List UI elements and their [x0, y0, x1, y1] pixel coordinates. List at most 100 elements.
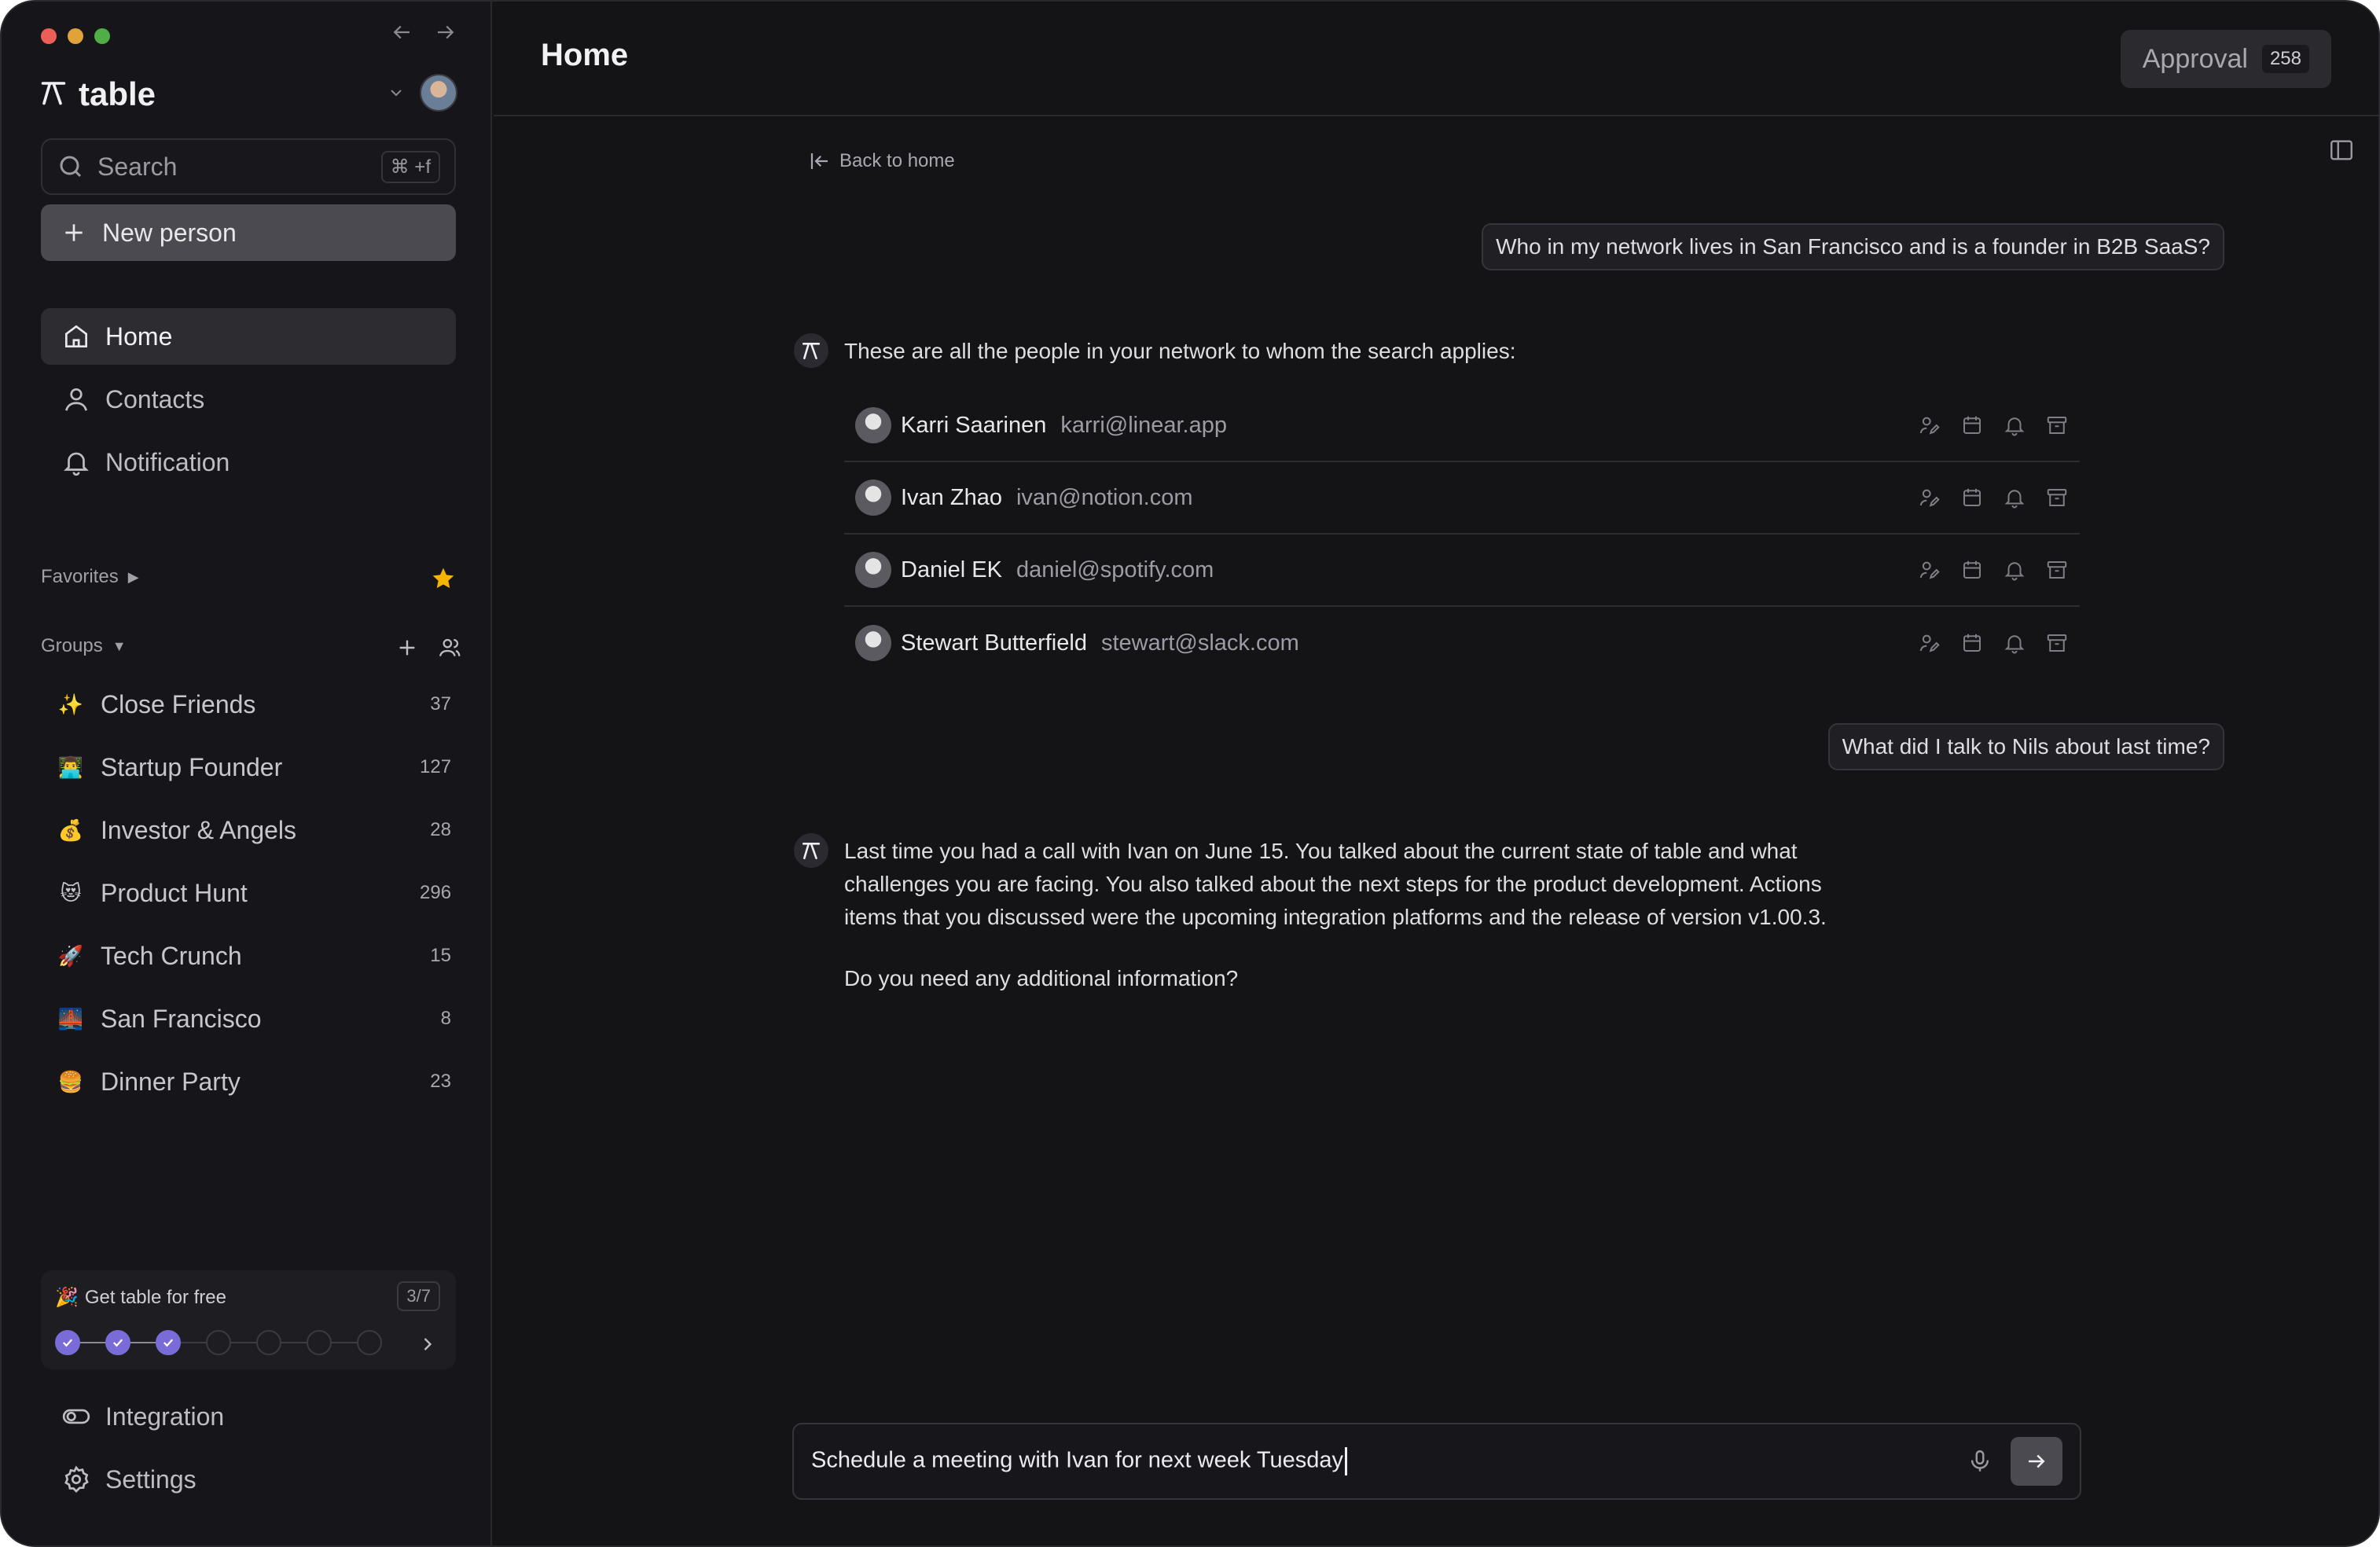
party-popper-icon: 🎉: [55, 1287, 79, 1308]
person-actions: [1918, 486, 2069, 509]
chat-input[interactable]: Schedule a meeting with Ivan for next we…: [792, 1423, 2081, 1500]
groups-toggle[interactable]: Groups ▼: [41, 635, 127, 657]
person-email: ivan@notion.com: [1016, 484, 1193, 510]
group-investor-angels[interactable]: 💰 Investor & Angels 28: [58, 799, 451, 862]
assistant-message-line: challenges you are facing. You also talk…: [844, 872, 1822, 896]
table-logo-icon: [802, 343, 821, 360]
approval-button[interactable]: Approval 258: [2120, 30, 2331, 88]
user-message: Who in my network lives in San Francisco…: [1482, 223, 2224, 270]
nav-item-home[interactable]: Home: [41, 308, 456, 365]
onboarding-promo[interactable]: 🎉 Get table for free 3/7: [41, 1270, 456, 1369]
step-pending: [357, 1330, 382, 1355]
chat-input-field[interactable]: Schedule a meeting with Ivan for next we…: [811, 1447, 1967, 1475]
nav-item-notification[interactable]: Notification: [41, 434, 456, 491]
user-edit-icon[interactable]: [1918, 413, 1941, 437]
star-icon[interactable]: [431, 566, 456, 591]
step-complete: [105, 1330, 130, 1355]
sidebar-panel-icon[interactable]: [2328, 137, 2355, 164]
approval-label: Approval: [2142, 43, 2248, 74]
microphone-icon[interactable]: [1967, 1448, 1993, 1475]
main-nav: Home Contacts Notification: [41, 308, 456, 497]
group-label: Dinner Party: [101, 1067, 241, 1096]
nav-item-settings[interactable]: Settings: [41, 1451, 456, 1508]
arrow-left-icon[interactable]: [390, 20, 413, 44]
bell-icon[interactable]: [2003, 558, 2026, 582]
assistant-message-line: Last time you had a call with Ivan on Ju…: [844, 839, 1798, 863]
search-input[interactable]: Search ⌘ +f: [41, 138, 456, 195]
archive-icon[interactable]: [2045, 631, 2069, 655]
calendar-icon[interactable]: [1960, 486, 1984, 509]
group-tech-crunch[interactable]: 🚀 Tech Crunch 15: [58, 924, 451, 987]
avatar: [855, 480, 891, 516]
step-connector: [231, 1342, 256, 1343]
group-count: 15: [430, 945, 451, 966]
arrow-right-icon[interactable]: [434, 20, 457, 44]
text-caret: [1345, 1447, 1348, 1475]
assistant-message-line: items that you discussed were the upcomi…: [844, 905, 1827, 929]
check-icon: [62, 1339, 73, 1347]
archive-icon[interactable]: [2045, 413, 2069, 437]
step-connector: [130, 1342, 156, 1343]
person-actions: [1918, 413, 2069, 437]
group-label: Close Friends: [101, 689, 256, 718]
group-product-hunt[interactable]: 😻 Product Hunt 296: [58, 862, 451, 924]
sparkles-icon: ✨: [57, 692, 84, 716]
app-window: table Search ⌘ +f New person Home Contac…: [0, 0, 2380, 1547]
bell-icon[interactable]: [2003, 631, 2026, 655]
favorites-toggle[interactable]: Favorites ▶: [41, 566, 139, 588]
calendar-icon[interactable]: [1960, 558, 1984, 582]
nav-item-label: Settings: [105, 1464, 196, 1494]
nav-item-integration[interactable]: Integration: [41, 1388, 456, 1445]
step-pending: [307, 1330, 332, 1355]
list-item[interactable]: Stewart Butterfield stewart@slack.com: [844, 607, 2080, 679]
close-window-button[interactable]: [41, 28, 57, 44]
group-count: 28: [430, 819, 451, 840]
check-icon: [112, 1339, 123, 1347]
group-dinner-party[interactable]: 🍔 Dinner Party 23: [58, 1050, 451, 1113]
avatar: [855, 552, 891, 588]
brand[interactable]: table: [39, 75, 156, 113]
add-group-icon[interactable]: [395, 635, 420, 660]
rocket-icon: 🚀: [57, 943, 84, 968]
chevron-right-icon[interactable]: [417, 1333, 439, 1355]
list-item[interactable]: Karri Saarinen karri@linear.app: [844, 390, 2080, 462]
account-switcher[interactable]: [387, 74, 457, 112]
back-to-home-link[interactable]: Back to home: [808, 149, 955, 173]
people-results: Karri Saarinen karri@linear.app Ivan Zha…: [844, 390, 2080, 679]
person-actions: [1918, 558, 2069, 582]
group-close-friends[interactable]: ✨ Close Friends 37: [58, 673, 451, 736]
list-item[interactable]: Daniel EK daniel@spotify.com: [844, 535, 2080, 607]
person-email: karri@linear.app: [1060, 412, 1227, 438]
group-san-francisco[interactable]: 🌉 San Francisco 8: [58, 987, 451, 1050]
bell-icon[interactable]: [2003, 486, 2026, 509]
sidebar: table Search ⌘ +f New person Home Contac…: [2, 2, 492, 1545]
calendar-icon[interactable]: [1960, 631, 1984, 655]
user-edit-icon[interactable]: [1918, 631, 1941, 655]
user-edit-icon[interactable]: [1918, 486, 1941, 509]
avatar[interactable]: [420, 74, 457, 112]
archive-icon[interactable]: [2045, 558, 2069, 582]
send-button[interactable]: [2011, 1437, 2062, 1486]
minimize-window-button[interactable]: [68, 28, 83, 44]
list-item[interactable]: Ivan Zhao ivan@notion.com: [844, 462, 2080, 535]
group-list: ✨ Close Friends 37 👨‍💻 Startup Founder 1…: [58, 673, 451, 1113]
window-controls: [41, 28, 110, 44]
bridge-icon: 🌉: [57, 1006, 84, 1031]
group-startup-founder[interactable]: 👨‍💻 Startup Founder 127: [58, 736, 451, 799]
user-message: What did I talk to Nils about last time?: [1827, 723, 2224, 770]
people-icon[interactable]: [437, 635, 462, 660]
group-label: Product Hunt: [101, 878, 248, 907]
nav-item-contacts[interactable]: Contacts: [41, 371, 456, 428]
caret-down-icon: ▼: [112, 638, 127, 654]
user-edit-icon[interactable]: [1918, 558, 1941, 582]
maximize-window-button[interactable]: [94, 28, 110, 44]
archive-icon[interactable]: [2045, 486, 2069, 509]
assistant-message: These are all the people in your network…: [844, 339, 1516, 363]
top-bar: Home Approval 258: [494, 2, 2378, 116]
group-label: Startup Founder: [101, 752, 283, 781]
step-connector: [80, 1342, 105, 1343]
calendar-icon[interactable]: [1960, 413, 1984, 437]
new-person-button[interactable]: New person: [41, 204, 456, 261]
toggle-icon: [62, 1409, 90, 1424]
bell-icon[interactable]: [2003, 413, 2026, 437]
